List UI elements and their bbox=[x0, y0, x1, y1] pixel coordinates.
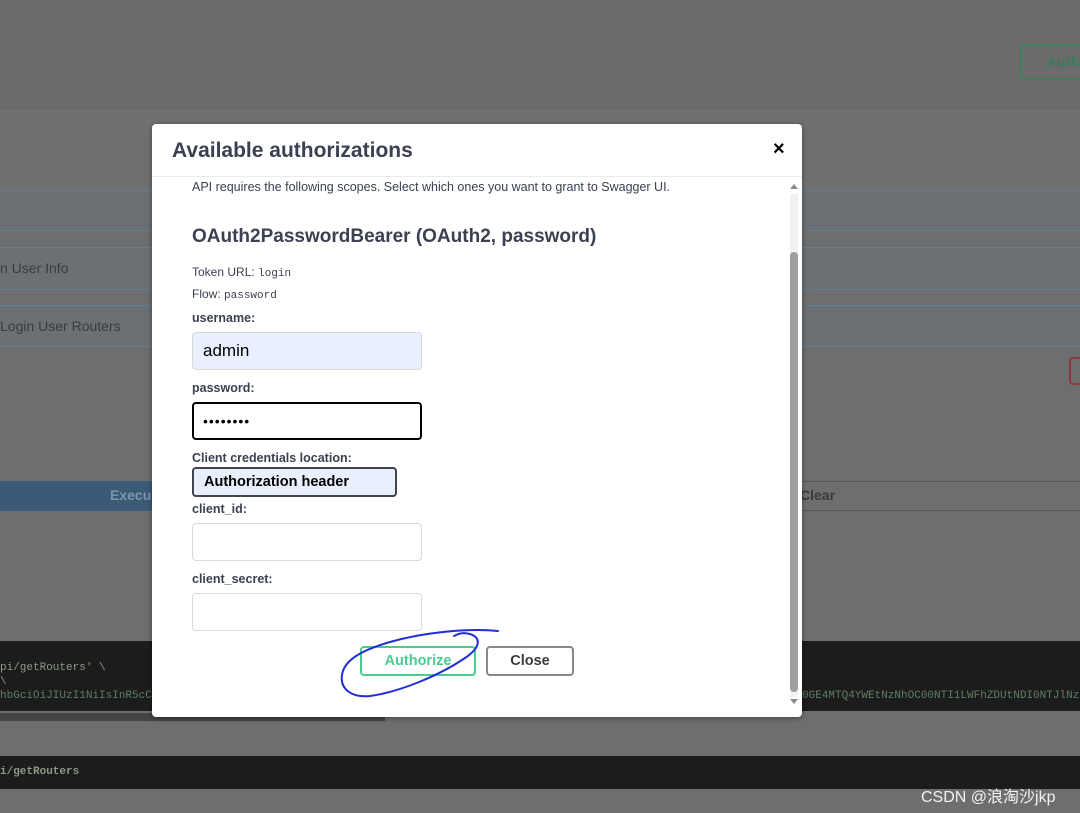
client-secret-label: client_secret: bbox=[192, 572, 273, 586]
client-credentials-label: Client credentials location: bbox=[192, 451, 352, 465]
close-icon[interactable]: × bbox=[773, 138, 785, 161]
hand-drawn-circle-icon bbox=[340, 629, 499, 698]
request-url-block bbox=[0, 756, 1080, 789]
modal-title: Available authorizations bbox=[172, 139, 413, 162]
modal-header: Available authorizations × bbox=[152, 124, 802, 177]
clear-button-label: Clear bbox=[800, 487, 836, 503]
background-header-band bbox=[0, 0, 1080, 110]
password-label: password: bbox=[192, 381, 255, 395]
scope-note: API requires the following scopes. Selec… bbox=[192, 180, 671, 194]
client-credentials-select[interactable]: Authorization header bbox=[192, 467, 397, 497]
curl-line: 0GE4MTQ4YWEtNzNhOC00NTI1LWFhZDUtNDI0NTJl… bbox=[802, 690, 1080, 702]
endpoint-user-info: n User Info bbox=[0, 260, 69, 276]
curl-line: pi/getRouters' \ bbox=[0, 662, 106, 674]
username-label: username: bbox=[192, 311, 256, 325]
watermark: CSDN @浪淘沙jkp bbox=[921, 789, 1056, 806]
execute-button-label: Execu bbox=[110, 487, 152, 503]
request-url: i/getRouters bbox=[0, 766, 80, 778]
flow-value: password bbox=[224, 290, 277, 302]
scroll-thumb[interactable] bbox=[790, 252, 798, 692]
token-url-row: Token URL: login bbox=[192, 265, 291, 280]
curl-line: hbGciOiJIUzI1NiIsInR5cC bbox=[0, 690, 152, 702]
scroll-down-icon[interactable] bbox=[790, 699, 798, 704]
scheme-title: OAuth2PasswordBearer (OAuth2, password) bbox=[192, 226, 597, 247]
username-field[interactable]: admin bbox=[192, 332, 422, 370]
endpoint-user-routers: Login User Routers bbox=[0, 318, 121, 334]
token-url-label: Token URL: bbox=[192, 265, 255, 279]
curl-line: \ bbox=[0, 676, 7, 688]
password-field[interactable]: •••••••• bbox=[192, 402, 422, 440]
token-url-value: login bbox=[258, 268, 292, 280]
modal-scrollbar[interactable] bbox=[789, 182, 799, 709]
client-id-label: client_id: bbox=[192, 502, 247, 516]
flow-label: Flow: bbox=[192, 287, 221, 301]
cancel-button-edge[interactable] bbox=[1069, 357, 1080, 385]
client-id-field[interactable] bbox=[192, 523, 422, 561]
scroll-up-icon[interactable] bbox=[790, 184, 798, 189]
flow-row: Flow: password bbox=[192, 287, 277, 302]
authorize-top-button-label: Auth bbox=[1046, 54, 1080, 71]
